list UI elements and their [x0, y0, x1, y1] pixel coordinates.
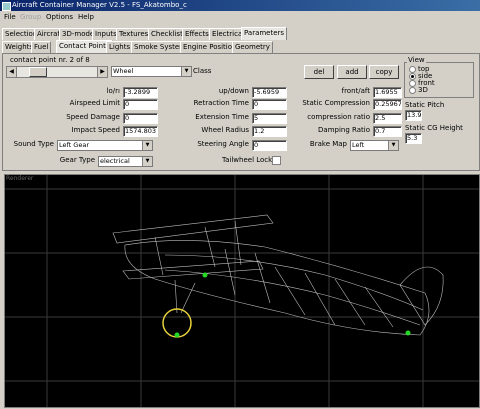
tab-engine-position[interactable]: Engine Position	[180, 41, 240, 53]
chevron-down-icon: ▼	[388, 141, 398, 150]
airspeed-limit-label: Airspeed Limit	[69, 99, 120, 107]
sound-type-select[interactable]: Left Gear ▼	[57, 140, 153, 151]
static-cg-height-input[interactable]: 5.3	[405, 133, 422, 144]
compression-ratio-input[interactable]: 2.5	[373, 113, 402, 124]
extension-time-label: Extension Time	[195, 113, 249, 121]
cg-marker	[202, 272, 208, 278]
renderer-label: Renderer	[6, 175, 34, 182]
contact-point-marker	[174, 332, 180, 338]
tailwheel-lock-checkbox[interactable]	[272, 156, 281, 165]
tailwheel-lock-label: Tailwheel Lock	[222, 156, 273, 164]
tailwheel-marker	[405, 330, 411, 336]
app-icon	[2, 2, 11, 11]
wheel-radius-label: Wheel Radius	[201, 126, 249, 134]
fa-input[interactable]: 1.6955	[373, 87, 402, 98]
tab-fuel[interactable]: Fuel	[31, 41, 52, 53]
static-cg-height-label: Static CG Height	[405, 124, 463, 132]
brake-map-value: Left	[352, 141, 365, 149]
sound-type-value: Left Gear	[59, 141, 89, 149]
impact-speed-label: Impact Speed	[71, 126, 120, 134]
tab-geometry[interactable]: Geometry	[232, 41, 273, 53]
title-bar: Aircraft Container Manager V2.5 - FS_Aka…	[0, 0, 480, 11]
contact-point-scrollbar[interactable]: ◀ ▶	[6, 66, 108, 78]
static-pitch-input[interactable]: 13.9	[405, 110, 422, 121]
aircraft-wireframe-view	[5, 175, 479, 407]
grid	[5, 175, 479, 407]
ud-input[interactable]: -5.6959	[252, 87, 287, 98]
chevron-down-icon: ▼	[142, 157, 152, 166]
extension-time-input[interactable]: 5	[252, 113, 287, 124]
view-side-radio[interactable]	[409, 73, 416, 80]
menu-bar: File Group Options Help	[0, 11, 480, 23]
speed-damage-label: Speed Damage	[66, 113, 120, 121]
scroll-left-arrow-icon[interactable]: ◀	[7, 67, 17, 77]
brake-map-label: Brake Map	[309, 140, 347, 148]
scroll-thumb[interactable]	[29, 67, 47, 77]
brake-map-select[interactable]: Left ▼	[350, 140, 399, 151]
steering-angle-input[interactable]: 0	[252, 140, 287, 151]
airspeed-limit-input[interactable]: 0	[123, 99, 158, 110]
retraction-time-label: Retraction Time	[193, 99, 249, 107]
lr-label: lo/rı	[106, 87, 120, 95]
fa-label: front/aft	[341, 87, 370, 95]
speed-damage-input[interactable]: 0	[123, 113, 158, 124]
contact-type-value: Wheel	[113, 67, 134, 75]
retraction-time-input[interactable]: 0	[252, 99, 287, 110]
tab-contact-points[interactable]: Contact Points	[56, 40, 113, 53]
menu-file[interactable]: File	[4, 11, 16, 23]
wheel-radius-input[interactable]: 1.2	[252, 126, 287, 137]
tab-effects[interactable]: Effects	[182, 28, 212, 40]
tab-textures[interactable]: Textures	[116, 28, 152, 40]
sound-type-label: Sound Type	[13, 140, 54, 148]
view-3d-radio[interactable]	[409, 87, 416, 94]
damping-ratio-input[interactable]: 0.7	[373, 126, 402, 137]
view-label: View	[407, 56, 426, 64]
del-button[interactable]: del	[304, 65, 334, 79]
chevron-down-icon: ▼	[181, 67, 191, 76]
view-3d-label: 3D	[418, 86, 428, 94]
menu-options[interactable]: Options	[46, 11, 73, 23]
gear-type-label: Gear Type	[59, 156, 95, 164]
impact-speed-input[interactable]: 1574.803	[123, 126, 158, 137]
renderer-viewport[interactable]	[4, 174, 480, 408]
menu-group[interactable]: Group	[20, 11, 41, 23]
contact-point-header: contact point nr. 2 of 8	[10, 56, 90, 64]
gear-type-value: electrical	[100, 157, 130, 165]
copy-button[interactable]: copy	[369, 65, 399, 79]
view-front-radio[interactable]	[409, 80, 416, 87]
add-button[interactable]: add	[337, 65, 367, 79]
static-compression-input[interactable]: 0.259675	[373, 99, 402, 110]
class-label: Class	[193, 67, 212, 75]
chevron-down-icon: ▼	[142, 141, 152, 150]
tab-parameters[interactable]: Parameters	[241, 27, 288, 40]
compression-ratio-label: compression ratio	[307, 113, 370, 121]
contact-type-select[interactable]: Wheel ▼	[111, 66, 192, 77]
static-pitch-label: Static Pitch	[405, 101, 445, 109]
tab-lights[interactable]: Lights	[106, 41, 134, 53]
steering-angle-label: Steering Angle	[197, 140, 249, 148]
static-compression-label: Static Compression	[302, 99, 370, 107]
window-title: Aircraft Container Manager V2.5 - FS_Aka…	[12, 1, 187, 9]
view-top-radio[interactable]	[409, 66, 416, 73]
damping-ratio-label: Damping Ratio	[318, 126, 370, 134]
ud-label: up/down	[218, 87, 249, 95]
scroll-right-arrow-icon[interactable]: ▶	[97, 67, 107, 77]
menu-help[interactable]: Help	[78, 11, 94, 23]
lr-input[interactable]: -3.2899	[123, 87, 158, 98]
tab-checklist[interactable]: Checklist	[148, 28, 186, 40]
gear-type-select[interactable]: electrical ▼	[98, 156, 153, 167]
